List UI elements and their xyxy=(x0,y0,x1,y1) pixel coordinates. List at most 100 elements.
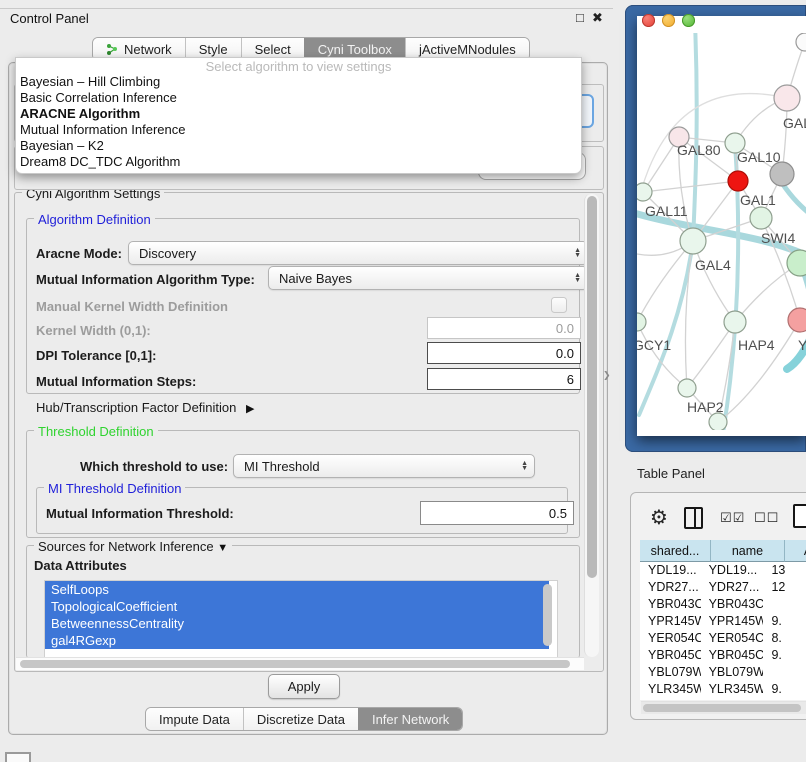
column-header-partial[interactable]: A xyxy=(785,540,806,562)
minimize-window-icon[interactable] xyxy=(662,14,675,27)
table-cell[interactable]: YLR345W xyxy=(640,681,701,698)
data-attribute-item-selected[interactable]: SelfLoops xyxy=(45,581,549,598)
table-cell[interactable]: YER054C xyxy=(640,630,701,647)
table-row[interactable]: YDL19...YDL19...13 xyxy=(640,562,806,579)
table-cell[interactable]: YIL052C xyxy=(701,698,764,700)
settings-horizontal-scrollbar[interactable] xyxy=(16,657,584,670)
table-cell[interactable]: YBL079W xyxy=(701,664,764,681)
settings-gear-icon[interactable]: ⚙ xyxy=(650,505,668,530)
network-canvas[interactable]: GALGAL80GAL10GAL11GAL1SWI4GAL4GCY1HAP4YH… xyxy=(637,33,806,430)
panel-grip[interactable] xyxy=(5,752,31,762)
float-window-icon[interactable]: □ xyxy=(576,10,584,25)
table-row[interactable]: YDR27...YDR27...12 xyxy=(640,579,806,596)
table-cell[interactable]: YDR27... xyxy=(640,579,701,596)
expanded-arrow-icon[interactable]: ▼ xyxy=(217,542,228,554)
table-cell[interactable]: YLR345W xyxy=(701,681,764,698)
table-row[interactable]: YBR045CYBR045C9. xyxy=(640,647,806,664)
network-node-hap4[interactable] xyxy=(724,311,746,333)
table-cell[interactable]: YBR043C xyxy=(640,596,701,613)
table-body[interactable]: YDL19...YDL19...13YDR27...YDR27...12YBR0… xyxy=(640,562,806,700)
data-attribute-item-selected[interactable]: BetweennessCentrality xyxy=(45,615,549,632)
table-cell[interactable]: 9. xyxy=(763,681,806,698)
dropdown-item[interactable]: Mutual Information Inference xyxy=(16,122,581,138)
table-cell[interactable]: YBL079W xyxy=(640,664,701,681)
dropdown-item[interactable]: Basic Correlation Inference xyxy=(16,90,581,106)
hub-transcription-factor-section[interactable]: Hub/Transcription Factor Definition ▶ xyxy=(36,400,254,415)
network-edge[interactable] xyxy=(643,181,738,192)
table-cell[interactable] xyxy=(763,664,806,681)
network-node-gal11[interactable] xyxy=(637,183,652,201)
table-horizontal-scrollbar-thumb[interactable] xyxy=(643,704,801,712)
column-header-shared-name[interactable]: shared... xyxy=(640,540,711,562)
dropdown-item[interactable]: Dream8 DC_TDC Algorithm xyxy=(16,154,581,170)
table-cell[interactable]: YPR145W xyxy=(640,613,701,630)
table-row[interactable]: YIL052CYIL052C0. xyxy=(640,698,806,700)
network-node-hap2[interactable] xyxy=(678,379,696,397)
network-node[interactable] xyxy=(796,33,806,51)
table-cell[interactable]: YPR145W xyxy=(701,613,764,630)
settings-vertical-scrollbar-thumb[interactable] xyxy=(587,196,597,578)
manual-kernel-width-checkbox[interactable] xyxy=(551,297,567,313)
table-cell[interactable] xyxy=(763,596,806,613)
mi-threshold-input[interactable]: 0.5 xyxy=(420,501,574,525)
kernel-width-input[interactable]: 0.0 xyxy=(427,317,581,339)
aracne-mode-combobox[interactable]: Discovery ▲▼ xyxy=(128,241,588,265)
table-cell[interactable]: 12 xyxy=(763,579,806,596)
splitter-handle[interactable]: ❯ xyxy=(603,370,611,381)
close-window-icon[interactable] xyxy=(642,14,655,27)
table-cell[interactable]: YDR27... xyxy=(701,579,764,596)
deselect-all-checkboxes-icon[interactable]: ☐☐ xyxy=(754,510,779,526)
table-cell[interactable]: YBR045C xyxy=(701,647,764,664)
network-node-swi4[interactable] xyxy=(787,250,806,276)
network-edge[interactable] xyxy=(693,33,697,241)
mi-algorithm-type-combobox[interactable]: Naive Bayes ▲▼ xyxy=(268,266,588,290)
data-attributes-list[interactable]: SelfLoopsTopologicalCoefficientBetweenne… xyxy=(44,580,558,658)
table-cell[interactable]: 9. xyxy=(763,647,806,664)
list-scrollbar-thumb[interactable] xyxy=(543,584,552,646)
apply-button[interactable]: Apply xyxy=(268,674,340,699)
settings-vertical-scrollbar[interactable] xyxy=(584,194,599,657)
table-cell[interactable]: 9. xyxy=(763,613,806,630)
table-row[interactable]: YBR043CYBR043C xyxy=(640,596,806,613)
table-cell[interactable]: YBR045C xyxy=(640,647,701,664)
table-cell[interactable]: YBR043C xyxy=(701,596,764,613)
tab-infer-network[interactable]: Infer Network xyxy=(358,708,462,730)
table-cell[interactable]: YIL052C xyxy=(640,698,701,700)
column-layout-icon[interactable] xyxy=(684,507,703,529)
network-edge[interactable] xyxy=(782,183,806,218)
network-node-gal4[interactable] xyxy=(680,228,706,254)
table-cell[interactable]: YDL19... xyxy=(640,562,701,579)
function-builder-icon[interactable] xyxy=(793,504,806,528)
table-row[interactable]: YLR345WYLR345W9. xyxy=(640,681,806,698)
tab-discretize-data[interactable]: Discretize Data xyxy=(243,708,358,730)
network-node-gal1[interactable] xyxy=(750,207,772,229)
dropdown-item[interactable]: Bayesian – Hill Climbing xyxy=(16,74,581,90)
dropdown-item[interactable]: Bayesian – K2 xyxy=(16,138,581,154)
network-edge[interactable] xyxy=(687,322,735,388)
network-node[interactable] xyxy=(770,162,794,186)
which-threshold-combobox[interactable]: MI Threshold ▲▼ xyxy=(233,454,535,478)
close-panel-icon[interactable]: ✖ xyxy=(592,10,603,26)
column-header-name[interactable]: name xyxy=(711,540,785,562)
zoom-window-icon[interactable] xyxy=(682,14,695,27)
network-node-gal[interactable] xyxy=(774,85,800,111)
network-node-gcy1[interactable] xyxy=(637,313,646,331)
table-cell[interactable]: YER054C xyxy=(701,630,764,647)
table-cell[interactable]: 0. xyxy=(763,698,806,700)
network-edge[interactable] xyxy=(693,241,735,322)
table-horizontal-scrollbar[interactable] xyxy=(641,701,806,714)
mi-steps-input[interactable]: 6 xyxy=(427,368,581,390)
table-cell[interactable]: 8. xyxy=(763,630,806,647)
table-row[interactable]: YPR145WYPR145W9. xyxy=(640,613,806,630)
tab-impute-data[interactable]: Impute Data xyxy=(146,708,243,730)
dropdown-item-selected[interactable]: ARACNE Algorithm xyxy=(16,106,581,122)
data-attribute-item-selected[interactable]: gal4RGexp xyxy=(45,632,549,649)
dpi-tolerance-input[interactable]: 0.0 xyxy=(427,342,581,364)
settings-horizontal-scrollbar-thumb[interactable] xyxy=(20,660,570,668)
network-node-y[interactable] xyxy=(788,308,806,332)
table-cell[interactable]: 13 xyxy=(763,562,806,579)
table-row[interactable]: YER054CYER054C8. xyxy=(640,630,806,647)
table-cell[interactable]: YDL19... xyxy=(701,562,764,579)
network-node[interactable] xyxy=(728,171,748,191)
table-row[interactable]: YBL079WYBL079W xyxy=(640,664,806,681)
